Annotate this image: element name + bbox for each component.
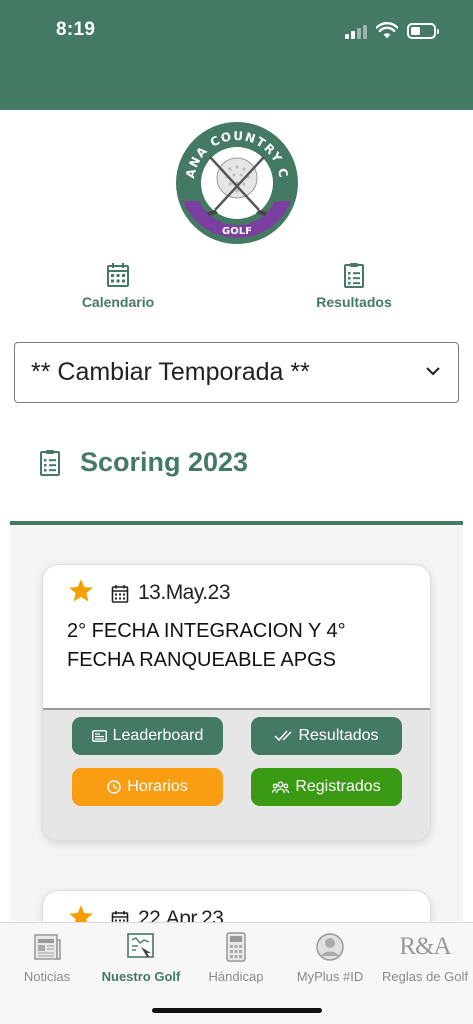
check-icon <box>274 730 292 742</box>
user-icon <box>316 933 344 961</box>
leaderboard-button[interactable]: Leaderboard <box>72 717 223 755</box>
event-card: 13.May.23 2° FECHA INTEGRACION Y 4° FECH… <box>42 564 431 841</box>
status-bar: 8:19 <box>0 0 473 110</box>
registered-button[interactable]: Registrados <box>251 768 402 806</box>
leaderboard-label: Leaderboard <box>112 727 204 744</box>
cellular-signal-icon <box>345 25 369 39</box>
calculator-icon <box>226 932 246 962</box>
group-icon <box>272 781 290 793</box>
ra-logo: R&A <box>399 933 451 960</box>
golf-board-icon <box>127 933 154 958</box>
tab-reglas-de-golf[interactable]: R&A Reglas de Golf <box>378 931 472 984</box>
calendar-link[interactable]: Calendario <box>48 262 188 310</box>
schedule-button[interactable]: Horarios <box>72 768 223 806</box>
wifi-icon <box>376 22 398 39</box>
section-title: Scoring 2023 <box>80 447 249 477</box>
results-label: Resultados <box>316 294 392 310</box>
svg-text:GOLF: GOLF <box>222 226 252 237</box>
event-date: 13.May.23 <box>138 581 231 604</box>
clock-icon <box>107 780 121 794</box>
leaderboard-icon <box>91 730 107 742</box>
club-logo: PARANA COUNTRY CLUB GOLF <box>175 121 298 244</box>
tab-reglas-de-golf-label: Reglas de Golf <box>382 969 468 984</box>
tab-handicap-label: Hándicap <box>208 969 264 984</box>
status-time: 8:19 <box>56 19 96 40</box>
tab-nuestro-golf-label: Nuestro Golf <box>101 969 181 984</box>
tab-noticias-label: Noticias <box>23 969 71 984</box>
event-actions: Leaderboard Resultados Horarios Registra… <box>43 708 430 840</box>
tab-myplus-id[interactable]: MyPlus #ID <box>283 931 377 984</box>
event-title: 2° FECHA INTEGRACION Y 4° FECHA RANQUEAB… <box>67 620 346 671</box>
results-link[interactable]: Resultados <box>284 262 424 310</box>
season-select-value: ** Cambiar Temporada ** <box>31 358 310 386</box>
schedule-label: Horarios <box>127 778 188 795</box>
home-indicator <box>152 1008 322 1013</box>
results-label: Resultados <box>298 727 379 744</box>
chevron-down-icon <box>426 367 440 376</box>
battery-icon <box>407 23 439 39</box>
newspaper-icon <box>34 934 61 960</box>
star-icon[interactable] <box>68 578 94 603</box>
calendar-icon <box>107 263 129 287</box>
calendar-icon <box>111 585 129 603</box>
clipboard-icon <box>344 263 364 288</box>
calendar-label: Calendario <box>81 294 155 310</box>
season-select[interactable]: ** Cambiar Temporada ** <box>14 342 459 403</box>
registered-label: Registrados <box>295 778 381 795</box>
tab-nuestro-golf[interactable]: Nuestro Golf <box>94 931 188 984</box>
tab-handicap[interactable]: Hándicap <box>189 931 283 984</box>
tab-myplus-id-label: MyPlus #ID <box>296 969 364 984</box>
tab-noticias[interactable]: Noticias <box>0 931 94 984</box>
clipboard-icon <box>40 450 60 476</box>
results-button[interactable]: Resultados <box>251 717 402 755</box>
